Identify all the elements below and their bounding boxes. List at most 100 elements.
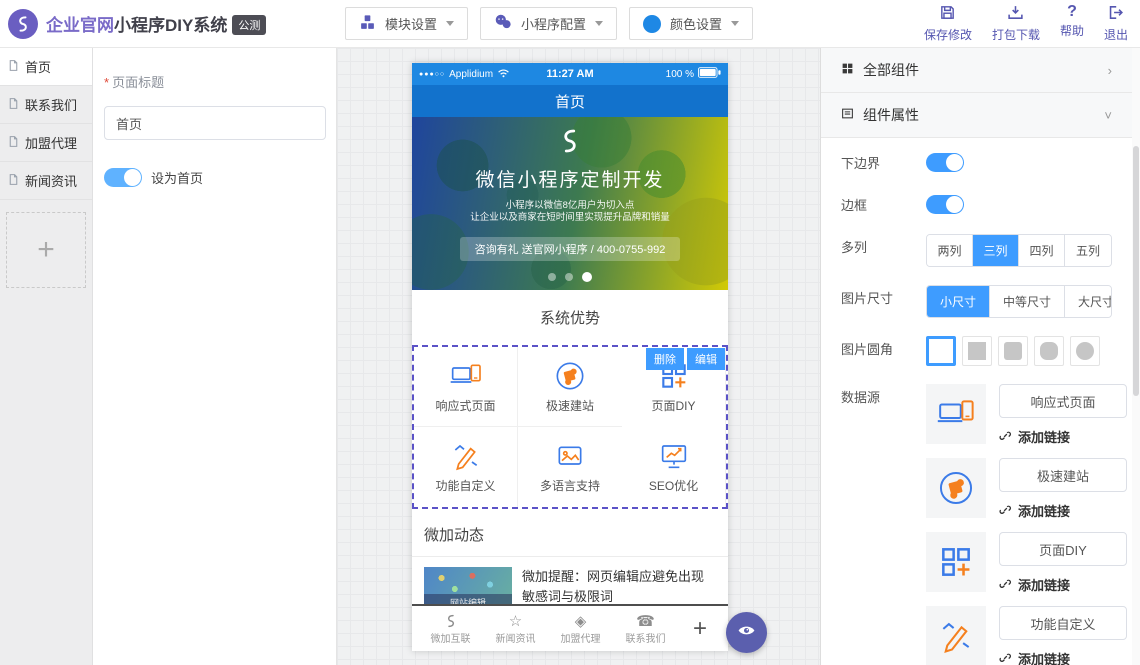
- feature-label: 极速建站: [546, 397, 594, 414]
- help-button[interactable]: ? 帮助: [1060, 4, 1084, 43]
- page-diy-icon: [937, 543, 975, 581]
- carousel-dot-active[interactable]: [582, 272, 592, 282]
- page-icon: [7, 59, 20, 75]
- datasource-title-input[interactable]: [999, 606, 1127, 640]
- all-components-header[interactable]: 全部组件 ›: [821, 48, 1132, 93]
- preview-eye-button[interactable]: [726, 612, 767, 653]
- image-size-large[interactable]: 大尺寸: [1065, 286, 1112, 317]
- scrollbar-thumb[interactable]: [1133, 146, 1139, 396]
- sidebar-item-news[interactable]: 新闻资讯: [0, 162, 92, 200]
- image-size-medium[interactable]: 中等尺寸: [990, 286, 1065, 317]
- feature-grid-selected[interactable]: 删除 编辑 响应式页面 极速建站 页面DIY 功能自定义: [412, 345, 728, 509]
- carousel-dots: [412, 272, 728, 282]
- datasource-icon-box: [926, 532, 986, 592]
- tab-news[interactable]: ☆ 新闻资讯: [483, 612, 548, 645]
- save-button[interactable]: 保存修改: [924, 4, 972, 43]
- eye-icon: [737, 621, 756, 645]
- datasource-title-input[interactable]: [999, 384, 1127, 418]
- columns-row: 多列 两列 三列 四列 五列: [841, 234, 1112, 267]
- delete-badge-button[interactable]: 删除: [646, 348, 684, 370]
- datasource-item-custom: 添加链接: [926, 606, 1127, 665]
- component-props-header[interactable]: 组件属性 ˅: [821, 93, 1132, 138]
- add-link-button[interactable]: 添加链接: [999, 649, 1127, 665]
- add-link-label: 添加链接: [1018, 649, 1070, 665]
- edit-badge-button[interactable]: 编辑: [687, 348, 725, 370]
- sidebar-item-label: 新闻资讯: [25, 171, 77, 190]
- banner-subtitle-line1: 小程序以微信8亿用户为切入点: [412, 200, 728, 212]
- feature-label: 响应式页面: [435, 397, 495, 414]
- bottom-border-toggle[interactable]: [926, 153, 964, 172]
- news-list-item[interactable]: 网站编辑 微加提醒：网页编辑应避免出现敏感词与极限词: [412, 557, 728, 611]
- miniprogram-config-label: 小程序配置: [521, 14, 586, 33]
- module-settings-button[interactable]: 模块设置: [345, 7, 468, 40]
- datasource-title-input[interactable]: [999, 458, 1127, 492]
- add-link-button[interactable]: 添加链接: [999, 575, 1127, 594]
- carousel-dot[interactable]: [548, 273, 556, 281]
- radius-option-square[interactable]: [962, 336, 992, 366]
- add-link-button[interactable]: 添加链接: [999, 427, 1127, 446]
- panel-scrollbar[interactable]: [1132, 48, 1140, 665]
- puzzle-icon: [937, 469, 975, 507]
- columns-option-3-selected[interactable]: 三列: [973, 235, 1019, 266]
- tab-label: 微加互联: [431, 630, 471, 645]
- phone-page-title: 首页: [555, 91, 585, 112]
- tab-weijia[interactable]: 微加互联: [418, 612, 483, 645]
- link-icon: [999, 429, 1012, 445]
- battery-label: 100 %: [666, 69, 694, 80]
- set-home-toggle[interactable]: [104, 168, 142, 187]
- advantage-section-title: 系统优势: [412, 290, 728, 345]
- shape-rounded-sm: [1004, 342, 1022, 360]
- feature-cell-fastbuild[interactable]: 极速建站: [518, 347, 622, 427]
- border-toggle[interactable]: [926, 195, 964, 214]
- app-title: 企业官网小程序DIY系统公测: [46, 11, 266, 36]
- feature-cell-seo[interactable]: SEO优化: [622, 427, 726, 507]
- exit-button[interactable]: 退出: [1104, 4, 1128, 43]
- page-title-input[interactable]: [104, 106, 326, 140]
- columns-label: 多列: [841, 234, 926, 256]
- feature-cell-responsive[interactable]: 响应式页面: [414, 347, 518, 427]
- toolbar: 模块设置 小程序配置 颜色设置: [345, 7, 753, 40]
- sidebar-item-contact[interactable]: 联系我们: [0, 86, 92, 124]
- carousel-dot[interactable]: [565, 273, 573, 281]
- tab-label: 加盟代理: [561, 630, 601, 645]
- sidebar-item-agent[interactable]: 加盟代理: [0, 124, 92, 162]
- color-settings-button[interactable]: 颜色设置: [629, 7, 753, 40]
- radius-option-rounded-sm[interactable]: [998, 336, 1028, 366]
- sidebar-item-label: 首页: [25, 57, 51, 76]
- app-title-brand: 企业官网: [46, 16, 114, 35]
- chevron-down-icon: [446, 21, 454, 26]
- selection-badges: 删除 编辑: [646, 348, 725, 370]
- feature-cell-custom[interactable]: 功能自定义: [414, 427, 518, 507]
- tab-agent[interactable]: ◈ 加盟代理: [548, 612, 613, 645]
- inspector-body: 下边界 边框 多列 两列 三列 四列 五列 图片尺寸 小尺寸: [821, 138, 1132, 665]
- datasource-title-input[interactable]: [999, 532, 1127, 566]
- miniprogram-config-button[interactable]: 小程序配置: [480, 7, 617, 40]
- shape-square: [968, 342, 986, 360]
- columns-option-5[interactable]: 五列: [1065, 235, 1111, 266]
- banner-subtitle-line2: 让企业以及商家在短时间里实现提升品牌和销量: [412, 212, 728, 224]
- add-page-button[interactable]: +: [6, 212, 86, 288]
- download-button[interactable]: 打包下载: [992, 4, 1040, 43]
- download-icon: [1007, 4, 1024, 24]
- feature-cell-multilang[interactable]: 多语言支持: [518, 427, 622, 507]
- page-icon: [7, 135, 20, 151]
- add-link-button[interactable]: 添加链接: [999, 501, 1127, 520]
- link-icon: [999, 577, 1012, 593]
- sidebar-item-home[interactable]: 首页: [0, 48, 92, 86]
- tab-add-button[interactable]: +: [678, 615, 722, 643]
- radius-option-rounded-lg[interactable]: [1034, 336, 1064, 366]
- image-icon: [554, 440, 586, 472]
- wechat-icon: [494, 14, 512, 33]
- radius-option-square-selected[interactable]: [926, 336, 956, 366]
- columns-option-2[interactable]: 两列: [927, 235, 973, 266]
- required-mark: *: [104, 75, 109, 90]
- banner-carousel[interactable]: 微信小程序定制开发 小程序以微信8亿用户为切入点 让企业以及商家在短时间里实现提…: [412, 117, 728, 290]
- radius-option-circle[interactable]: [1070, 336, 1100, 366]
- topbar-actions: 保存修改 打包下载 ? 帮助 退出: [924, 4, 1140, 43]
- columns-option-4[interactable]: 四列: [1019, 235, 1065, 266]
- diamonds-icon: ◈: [575, 612, 587, 629]
- image-size-small-selected[interactable]: 小尺寸: [927, 286, 990, 317]
- component-props-label: 组件属性: [863, 105, 919, 125]
- feature-label: SEO优化: [649, 477, 698, 494]
- tab-contact[interactable]: ☎ 联系我们: [613, 612, 678, 645]
